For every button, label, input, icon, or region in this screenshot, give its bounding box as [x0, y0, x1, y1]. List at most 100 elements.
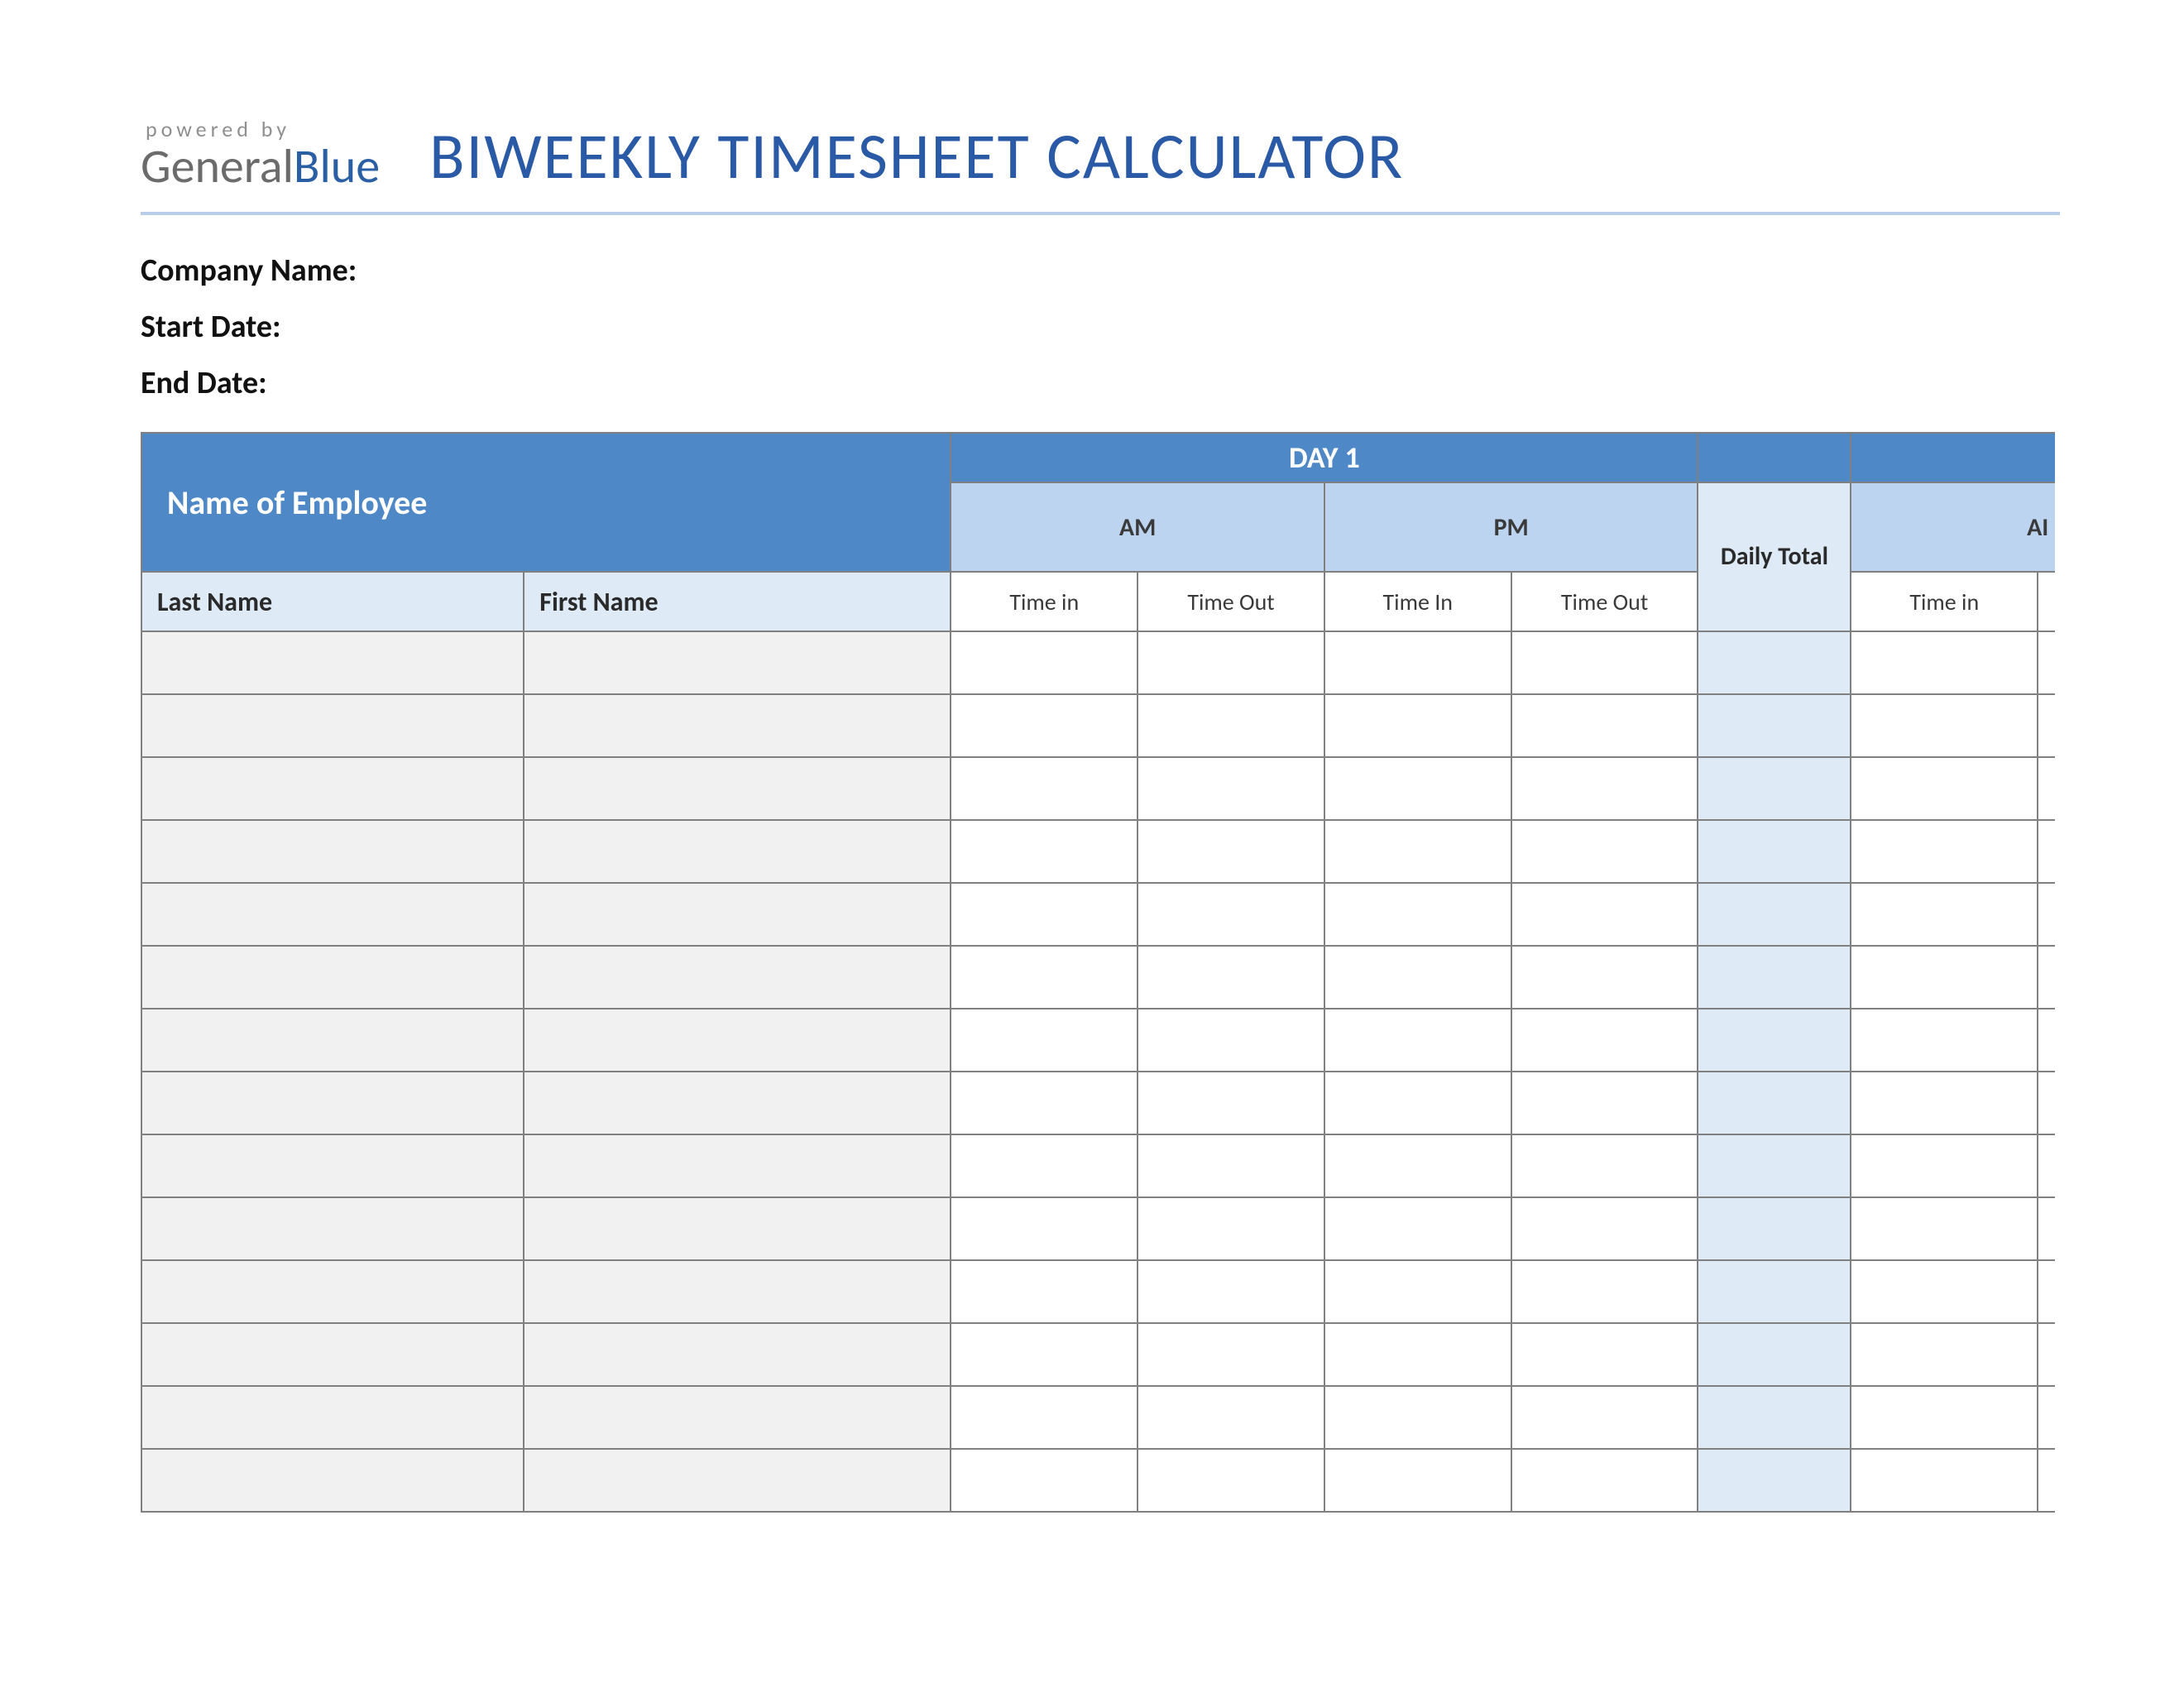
cell-am-time-out[interactable]: [1138, 883, 1324, 946]
cell-am2-time-in[interactable]: [1851, 1449, 2038, 1512]
cell-pm-time-in[interactable]: [1324, 694, 1511, 757]
cell-am2-time-out[interactable]: [2038, 820, 2055, 883]
cell-am2-time-in[interactable]: [1851, 883, 2038, 946]
cell-pm-time-out[interactable]: [1511, 631, 1698, 694]
cell-last-name[interactable]: [141, 1386, 524, 1449]
cell-am2-time-out[interactable]: [2038, 1072, 2055, 1134]
cell-last-name[interactable]: [141, 1072, 524, 1134]
cell-last-name[interactable]: [141, 1260, 524, 1323]
cell-am2-time-in[interactable]: [1851, 1009, 2038, 1072]
cell-pm-time-out[interactable]: [1511, 883, 1698, 946]
cell-first-name[interactable]: [524, 1323, 951, 1386]
cell-am-time-out[interactable]: [1138, 694, 1324, 757]
cell-am-time-in[interactable]: [951, 1009, 1138, 1072]
cell-am2-time-out[interactable]: [2038, 1386, 2055, 1449]
cell-last-name[interactable]: [141, 883, 524, 946]
cell-pm-time-out[interactable]: [1511, 1134, 1698, 1197]
cell-am2-time-in[interactable]: [1851, 820, 2038, 883]
cell-pm-time-in[interactable]: [1324, 946, 1511, 1009]
cell-pm-time-out[interactable]: [1511, 1260, 1698, 1323]
cell-pm-time-out[interactable]: [1511, 1009, 1698, 1072]
cell-pm-time-out[interactable]: [1511, 1072, 1698, 1134]
cell-pm-time-out[interactable]: [1511, 1449, 1698, 1512]
cell-am2-time-out[interactable]: [2038, 631, 2055, 694]
cell-last-name[interactable]: [141, 631, 524, 694]
cell-last-name[interactable]: [141, 820, 524, 883]
cell-daily-total[interactable]: [1698, 1134, 1851, 1197]
cell-am-time-in[interactable]: [951, 820, 1138, 883]
cell-last-name[interactable]: [141, 1197, 524, 1260]
cell-am2-time-out[interactable]: [2038, 1260, 2055, 1323]
cell-am2-time-in[interactable]: [1851, 694, 2038, 757]
cell-daily-total[interactable]: [1698, 820, 1851, 883]
cell-am-time-out[interactable]: [1138, 757, 1324, 820]
cell-last-name[interactable]: [141, 1323, 524, 1386]
cell-am-time-out[interactable]: [1138, 1323, 1324, 1386]
cell-first-name[interactable]: [524, 1260, 951, 1323]
cell-am-time-in[interactable]: [951, 1323, 1138, 1386]
cell-pm-time-out[interactable]: [1511, 757, 1698, 820]
cell-am2-time-in[interactable]: [1851, 757, 2038, 820]
cell-pm-time-out[interactable]: [1511, 1197, 1698, 1260]
start-date-value[interactable]: [294, 308, 302, 346]
cell-am-time-out[interactable]: [1138, 1197, 1324, 1260]
cell-am2-time-out[interactable]: [2038, 1323, 2055, 1386]
cell-pm-time-in[interactable]: [1324, 1134, 1511, 1197]
cell-pm-time-in[interactable]: [1324, 1449, 1511, 1512]
cell-daily-total[interactable]: [1698, 1323, 1851, 1386]
cell-am-time-in[interactable]: [951, 1197, 1138, 1260]
cell-last-name[interactable]: [141, 946, 524, 1009]
cell-pm-time-in[interactable]: [1324, 820, 1511, 883]
cell-daily-total[interactable]: [1698, 883, 1851, 946]
cell-am2-time-in[interactable]: [1851, 1134, 2038, 1197]
cell-last-name[interactable]: [141, 1134, 524, 1197]
cell-am2-time-in[interactable]: [1851, 1386, 2038, 1449]
cell-daily-total[interactable]: [1698, 1072, 1851, 1134]
cell-am-time-out[interactable]: [1138, 820, 1324, 883]
cell-am2-time-in[interactable]: [1851, 1260, 2038, 1323]
cell-pm-time-out[interactable]: [1511, 1386, 1698, 1449]
cell-am2-time-in[interactable]: [1851, 1323, 2038, 1386]
cell-daily-total[interactable]: [1698, 631, 1851, 694]
cell-am-time-out[interactable]: [1138, 1134, 1324, 1197]
cell-last-name[interactable]: [141, 694, 524, 757]
cell-first-name[interactable]: [524, 1197, 951, 1260]
cell-am-time-in[interactable]: [951, 883, 1138, 946]
cell-pm-time-in[interactable]: [1324, 1072, 1511, 1134]
cell-pm-time-in[interactable]: [1324, 1009, 1511, 1072]
cell-first-name[interactable]: [524, 1449, 951, 1512]
cell-first-name[interactable]: [524, 1009, 951, 1072]
cell-first-name[interactable]: [524, 694, 951, 757]
cell-am2-time-in[interactable]: [1851, 1072, 2038, 1134]
cell-am2-time-in[interactable]: [1851, 946, 2038, 1009]
cell-pm-time-out[interactable]: [1511, 946, 1698, 1009]
cell-am-time-in[interactable]: [951, 757, 1138, 820]
cell-am2-time-out[interactable]: [2038, 694, 2055, 757]
cell-first-name[interactable]: [524, 820, 951, 883]
cell-am2-time-out[interactable]: [2038, 1134, 2055, 1197]
cell-pm-time-in[interactable]: [1324, 883, 1511, 946]
cell-daily-total[interactable]: [1698, 1197, 1851, 1260]
cell-am2-time-out[interactable]: [2038, 1449, 2055, 1512]
cell-daily-total[interactable]: [1698, 946, 1851, 1009]
cell-first-name[interactable]: [524, 1134, 951, 1197]
end-date-value[interactable]: [280, 364, 289, 402]
cell-am-time-in[interactable]: [951, 1072, 1138, 1134]
cell-daily-total[interactable]: [1698, 1009, 1851, 1072]
cell-pm-time-in[interactable]: [1324, 757, 1511, 820]
cell-first-name[interactable]: [524, 946, 951, 1009]
cell-pm-time-in[interactable]: [1324, 631, 1511, 694]
cell-daily-total[interactable]: [1698, 1386, 1851, 1449]
cell-am-time-out[interactable]: [1138, 1260, 1324, 1323]
cell-am-time-in[interactable]: [951, 1386, 1138, 1449]
cell-pm-time-in[interactable]: [1324, 1197, 1511, 1260]
cell-am-time-out[interactable]: [1138, 1072, 1324, 1134]
cell-last-name[interactable]: [141, 1009, 524, 1072]
cell-pm-time-in[interactable]: [1324, 1386, 1511, 1449]
cell-pm-time-in[interactable]: [1324, 1323, 1511, 1386]
cell-daily-total[interactable]: [1698, 1260, 1851, 1323]
company-name-value[interactable]: [370, 252, 378, 290]
cell-am-time-in[interactable]: [951, 1134, 1138, 1197]
cell-am-time-in[interactable]: [951, 1449, 1138, 1512]
cell-first-name[interactable]: [524, 883, 951, 946]
